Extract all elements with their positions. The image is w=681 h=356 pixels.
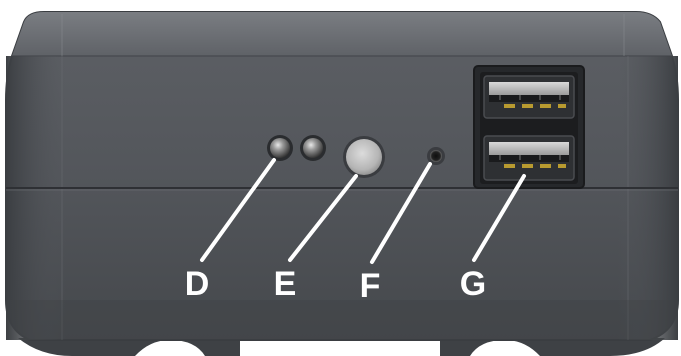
callout-label-g: G <box>460 265 486 303</box>
device-front-panel-diagram: D E F G <box>5 11 679 356</box>
callout-label-e: E <box>274 265 297 303</box>
callout-label-f: F <box>360 267 381 305</box>
usb-port-lower <box>483 135 575 181</box>
usb-port-upper <box>483 75 575 119</box>
push-button <box>343 136 385 178</box>
device-top-bevel <box>12 12 672 56</box>
usb-ports <box>473 65 585 189</box>
callout-label-d: D <box>185 265 210 303</box>
